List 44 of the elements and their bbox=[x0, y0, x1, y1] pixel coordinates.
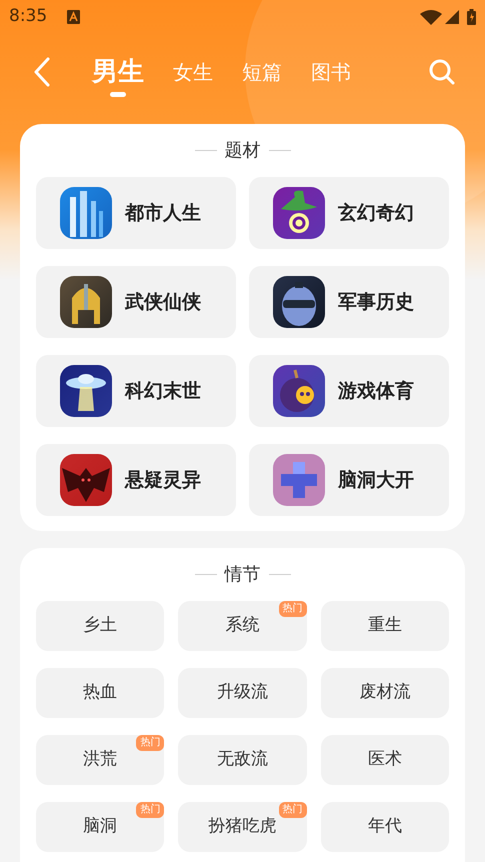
genre-label: 玄幻奇幻 bbox=[338, 200, 414, 226]
hot-badge: 热门 bbox=[136, 735, 164, 751]
wifi-icon bbox=[420, 10, 442, 24]
cube-cross-icon bbox=[273, 454, 325, 506]
genre-label: 游戏体育 bbox=[338, 378, 414, 404]
genre-item[interactable]: 玄幻奇幻 bbox=[249, 177, 449, 249]
genre-item[interactable]: 武侠仙侠 bbox=[36, 266, 236, 338]
battery-icon bbox=[467, 9, 476, 25]
plot-tag[interactable]: 升级流 bbox=[178, 668, 307, 718]
search-button[interactable] bbox=[429, 59, 455, 85]
status-time: 8:35 bbox=[9, 5, 48, 28]
genre-label: 武侠仙侠 bbox=[125, 290, 201, 315]
plot-tag[interactable]: 医术 bbox=[320, 735, 449, 785]
plot-tag[interactable]: 无敌流 bbox=[178, 735, 307, 785]
hot-badge: 热门 bbox=[278, 601, 307, 617]
genre-label: 脑洞大开 bbox=[338, 468, 414, 493]
golden-helmet-icon bbox=[60, 276, 112, 328]
genre-item[interactable]: 悬疑灵异 bbox=[36, 444, 236, 516]
bat-icon bbox=[60, 454, 112, 506]
hot-badge: 热门 bbox=[136, 802, 164, 818]
plot-tag[interactable]: 乡土 bbox=[36, 601, 164, 651]
soldier-helmet-icon bbox=[273, 276, 325, 328]
signal-icon bbox=[445, 10, 459, 24]
witch-hat-icon bbox=[273, 187, 325, 239]
section-title: 情节 bbox=[224, 562, 260, 586]
notification-icon bbox=[67, 10, 80, 24]
genre-label: 军事历史 bbox=[338, 290, 414, 315]
genre-item[interactable]: 游戏体育 bbox=[249, 355, 449, 427]
plot-tag[interactable]: 热血 bbox=[36, 668, 164, 718]
plot-tag[interactable]: 废材流 bbox=[320, 668, 449, 718]
genre-item[interactable]: 科幻末世 bbox=[36, 355, 236, 427]
genre-item[interactable]: 军事历史 bbox=[249, 266, 449, 338]
genre-item[interactable]: 脑洞大开 bbox=[249, 444, 449, 516]
plot-tag[interactable]: 重生 bbox=[320, 601, 449, 651]
genre-label: 悬疑灵异 bbox=[125, 468, 201, 493]
plot-tag[interactable]: 年代 bbox=[320, 802, 449, 852]
genre-item[interactable]: 都市人生 bbox=[36, 177, 236, 249]
section-title: 题材 bbox=[224, 138, 260, 162]
hot-badge: 热门 bbox=[278, 802, 307, 818]
bomb-skull-icon bbox=[273, 365, 325, 417]
genre-label: 都市人生 bbox=[125, 200, 201, 226]
ufo-icon bbox=[60, 365, 112, 417]
genre-label: 科幻末世 bbox=[125, 378, 201, 404]
city-towers-icon bbox=[60, 187, 112, 239]
